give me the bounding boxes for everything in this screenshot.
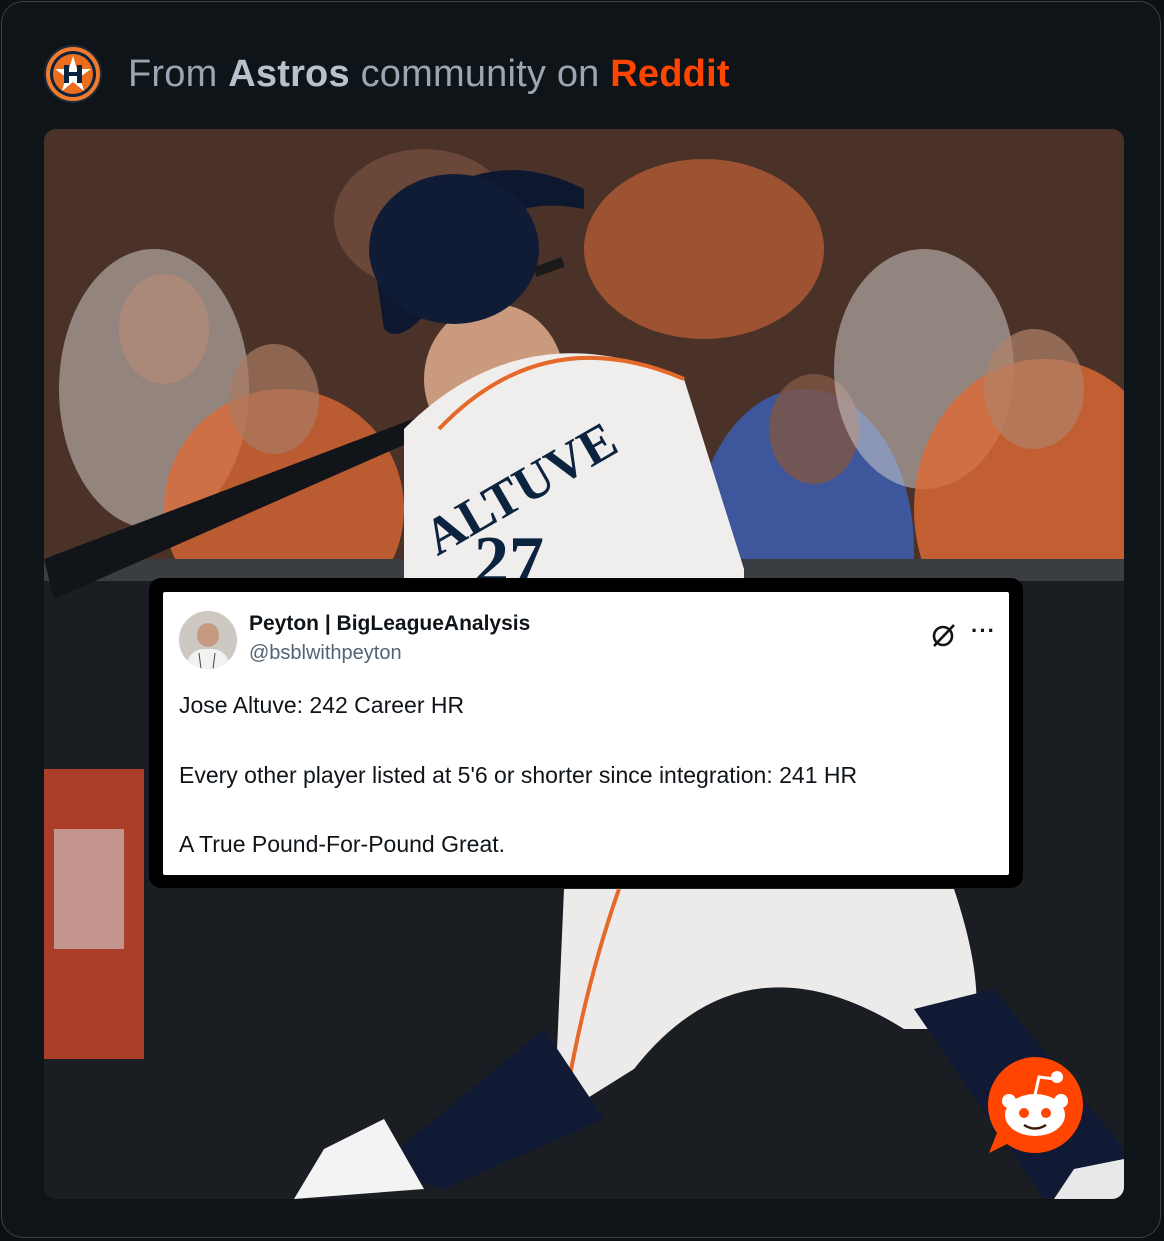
- community-link[interactable]: Astros: [228, 53, 350, 95]
- embed-header: From Astros community on Reddit: [44, 44, 730, 104]
- tweet-card: Peyton | BigLeagueAnalysis @bsblwithpeyt…: [163, 592, 1009, 875]
- embed-source-label: From Astros community on Reddit: [128, 52, 730, 95]
- reddit-embed-card[interactable]: From Astros community on Reddit ALTUVE 2…: [1, 1, 1161, 1238]
- tweet-text-line-2: Every other player listed at 5'6 or shor…: [179, 762, 858, 788]
- reddit-link[interactable]: Reddit: [610, 53, 729, 95]
- reddit-snoo-icon: [987, 1057, 1083, 1153]
- grok-icon[interactable]: [931, 622, 957, 648]
- tweet-text-line-1: Jose Altuve: 242 Career HR: [179, 692, 465, 718]
- tweet-text-line-3: A True Pound-For-Pound Great.: [179, 831, 506, 857]
- tweet-author-avatar[interactable]: [179, 611, 237, 669]
- more-options-icon[interactable]: ···: [971, 618, 996, 644]
- tweet-author-handle[interactable]: @bsblwithpeyton: [249, 642, 402, 665]
- tweet-author-name[interactable]: Peyton | BigLeagueAnalysis: [249, 612, 530, 636]
- astros-logo-icon[interactable]: [44, 45, 102, 103]
